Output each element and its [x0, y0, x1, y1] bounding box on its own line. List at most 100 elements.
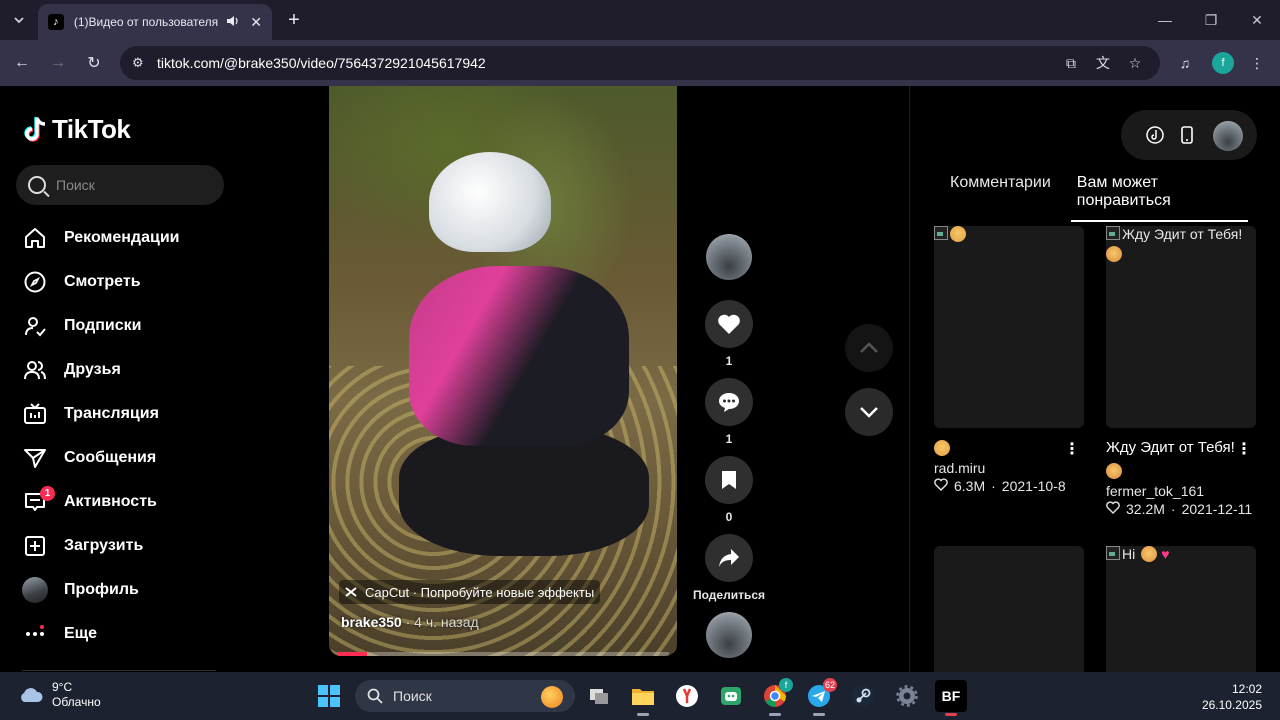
- task-view-icon[interactable]: [583, 680, 615, 712]
- tiktok-logo[interactable]: TikTok: [24, 114, 131, 145]
- thumbnail-alt-text: [934, 226, 966, 242]
- tab-search-dropdown[interactable]: [6, 8, 32, 32]
- music-disc-avatar[interactable]: [706, 612, 752, 658]
- card-description[interactable]: ⋮: [934, 436, 1084, 459]
- bookmark-star-icon[interactable]: ☆: [1124, 53, 1146, 73]
- reload-icon[interactable]: ↻: [81, 50, 107, 76]
- user-avatar[interactable]: [1213, 121, 1243, 151]
- video-player[interactable]: CapCut · Попробуйте новые эффекты brake3…: [329, 86, 677, 656]
- top-right-actions: [1121, 110, 1257, 160]
- comment-button[interactable]: [705, 378, 753, 426]
- share-button[interactable]: [705, 534, 753, 582]
- phone-icon[interactable]: [1175, 123, 1199, 147]
- broken-image-icon: [1106, 546, 1120, 560]
- steam-icon[interactable]: [847, 680, 879, 712]
- windows-taskbar: 9°C Облачно Поиск f 62 BF 12:02 26.10.20…: [0, 672, 1280, 720]
- new-tab-button[interactable]: +: [282, 8, 306, 32]
- sidebar-item-live[interactable]: Трансляция: [22, 392, 180, 436]
- recommended-video-card[interactable]: Жду Эдит от Тебя! Жду Эдит от Тебя! ⋮ fe…: [1106, 226, 1256, 517]
- url-text[interactable]: tiktok.com/@brake350/video/7564372921045…: [157, 55, 486, 71]
- sidebar-item-following[interactable]: Подписки: [22, 304, 180, 348]
- video-thumbnail[interactable]: [934, 546, 1084, 672]
- video-author-line[interactable]: brake350 · 4 ч. назад: [341, 614, 479, 630]
- tiktok-app-icon[interactable]: [1143, 123, 1167, 147]
- chrome-icon[interactable]: f: [759, 678, 793, 716]
- tiktok-page: TikTok Поиск Рекомендации Смотреть Подпи…: [0, 86, 1280, 672]
- chevron-up-icon: [860, 342, 878, 353]
- card-description-text: Жду Эдит от Тебя!: [1106, 439, 1235, 456]
- logo-text: TikTok: [52, 114, 131, 144]
- creator-avatar[interactable]: [706, 234, 752, 280]
- forward-arrow-icon[interactable]: →: [45, 50, 71, 76]
- sidebar-item-more[interactable]: Еще: [22, 612, 180, 656]
- card-description[interactable]: Жду Эдит от Тебя! ⋮: [1106, 436, 1256, 482]
- taskbar-search-label: Поиск: [393, 688, 432, 704]
- sidebar-item-recommended[interactable]: Рекомендации: [22, 216, 180, 260]
- video-thumbnail[interactable]: Hi ♥: [1106, 546, 1256, 672]
- capcut-promo[interactable]: CapCut · Попробуйте новые эффекты: [339, 580, 601, 604]
- taskbar-search[interactable]: Поиск: [355, 680, 575, 712]
- card-likes: 6.3M: [954, 478, 986, 494]
- smile-emoji-icon: [934, 440, 950, 457]
- video-author[interactable]: brake350: [341, 614, 402, 630]
- sidebar-item-upload[interactable]: Загрузить: [22, 524, 180, 568]
- restore-icon[interactable]: ❐: [1196, 8, 1226, 32]
- telegram-icon[interactable]: 62: [803, 678, 837, 716]
- save-button[interactable]: [705, 456, 753, 504]
- tab-comments[interactable]: Комментарии: [950, 174, 1051, 222]
- search-highlight-icon: [541, 686, 563, 708]
- search-icon: [28, 176, 46, 194]
- sidebar-item-activity[interactable]: 1 Активность: [22, 480, 180, 524]
- sidebar-item-explore[interactable]: Смотреть: [22, 260, 180, 304]
- recommended-video-card[interactable]: Hi ♥: [1106, 546, 1256, 672]
- more-options-icon[interactable]: ⋮: [1064, 438, 1080, 461]
- windows-start-icon[interactable]: [313, 680, 345, 712]
- translate-icon[interactable]: 文: [1092, 53, 1114, 73]
- back-arrow-icon[interactable]: ←: [9, 50, 35, 76]
- sidebar-item-messages[interactable]: Сообщения: [22, 436, 180, 480]
- browser-tab[interactable]: ♪ (1)Видео от пользователя ✕: [38, 4, 272, 40]
- heart-outline-icon: [1106, 501, 1120, 517]
- avatar: [22, 577, 48, 603]
- like-button[interactable]: [705, 300, 753, 348]
- previous-video-button[interactable]: [845, 324, 893, 372]
- bf-app-icon[interactable]: BF: [935, 680, 967, 716]
- discord-icon[interactable]: [715, 680, 747, 712]
- card-author[interactable]: fermer_tok_161: [1106, 483, 1256, 499]
- system-clock[interactable]: 12:02 26.10.2025: [1202, 681, 1262, 713]
- window-close-icon[interactable]: ✕: [1242, 8, 1272, 32]
- sidebar-item-label: Подписки: [64, 317, 142, 334]
- minimize-icon[interactable]: —: [1150, 8, 1180, 32]
- media-control-icon[interactable]: ♫: [1174, 52, 1196, 74]
- sidebar-item-label: Загрузить: [64, 537, 144, 554]
- sidebar-item-friends[interactable]: Друзья: [22, 348, 180, 392]
- install-app-icon[interactable]: ⧉: [1060, 53, 1082, 73]
- more-options-icon[interactable]: ⋮: [1236, 438, 1252, 461]
- yandex-browser-icon[interactable]: [671, 680, 703, 712]
- address-bar[interactable]: ⚙ tiktok.com/@brake350/video/75643729210…: [120, 46, 1160, 80]
- next-video-button[interactable]: [845, 388, 893, 436]
- browser-menu-icon[interactable]: ⋮: [1246, 52, 1268, 74]
- site-settings-icon[interactable]: ⚙: [132, 55, 144, 71]
- tab-recommended[interactable]: Вам может понравиться: [1070, 174, 1248, 222]
- recommended-video-card[interactable]: ⋮ rad.miru 6.3M · 2021-10-8: [934, 226, 1084, 494]
- video-thumbnail[interactable]: [934, 226, 1084, 428]
- recommended-video-card[interactable]: [934, 546, 1084, 672]
- card-author[interactable]: rad.miru: [934, 460, 1084, 476]
- file-explorer-icon[interactable]: [627, 680, 659, 716]
- sidebar-item-label: Еще: [64, 625, 98, 642]
- card-meta: 32.2M · 2021-12-11: [1106, 501, 1256, 517]
- sidebar-divider: [22, 670, 216, 671]
- broken-image-icon: [1106, 226, 1120, 240]
- search-input[interactable]: Поиск: [16, 165, 224, 205]
- browser-profile-avatar[interactable]: f: [1212, 52, 1234, 74]
- video-thumbnail[interactable]: Жду Эдит от Тебя!: [1106, 226, 1256, 428]
- sidebar-item-profile[interactable]: Профиль: [22, 568, 180, 612]
- broken-image-icon: [934, 226, 948, 240]
- tab-close-icon[interactable]: ✕: [250, 14, 262, 31]
- settings-gear-icon[interactable]: [891, 680, 923, 712]
- like-count: 1: [725, 354, 733, 368]
- speaker-icon[interactable]: [226, 15, 240, 30]
- video-progress-bar[interactable]: [337, 652, 669, 656]
- weather-widget[interactable]: 9°C Облачно: [18, 680, 101, 710]
